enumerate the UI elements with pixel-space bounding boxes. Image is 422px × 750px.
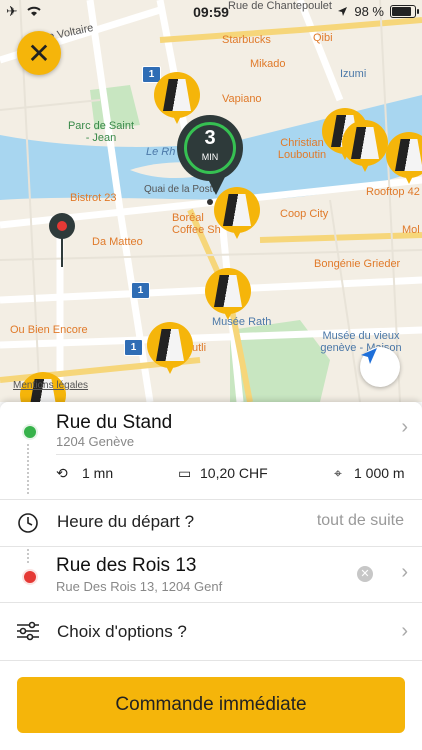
legal-notice-link[interactable]: Mentions légales <box>13 380 88 392</box>
status-bar: ✈ 09:59 98 % <box>0 0 422 22</box>
trip-price: 10,20 CHF <box>200 465 268 481</box>
booking-panel: Rue du Stand 1204 Genève › ⟲ 1 mn ▭ 10,2… <box>0 402 422 750</box>
eta-marker: 3 MIN <box>177 115 243 205</box>
sliders-icon <box>17 621 39 641</box>
map-view[interactable]: Rue de Chantepoulet Rue Voltaire Starbuc… <box>0 0 422 402</box>
departure-label: Heure du départ ? <box>57 512 195 531</box>
map-label-poi: Bistrot 23 <box>70 192 117 204</box>
map-label-poi: Mol <box>402 224 420 236</box>
map-label-poi: Starbucks <box>222 34 271 46</box>
pickup-subtitle: 1204 Genève <box>56 434 135 449</box>
map-label-poi: Qibi <box>313 32 333 44</box>
taxi-marker[interactable] <box>342 120 388 180</box>
taxi-marker[interactable] <box>386 132 422 192</box>
money-icon: ▭ <box>178 465 192 481</box>
map-label-poi: Ou Bien Encore <box>10 324 88 336</box>
eta-unit: MIN <box>201 152 219 162</box>
departure-time-row[interactable]: Heure du départ ? tout de suite <box>0 500 422 546</box>
clock-icon <box>18 513 38 533</box>
location-services-icon <box>338 7 348 16</box>
pickup-title: Rue du Stand <box>56 412 173 433</box>
destination-pin-icon <box>49 213 75 267</box>
taxi-marker[interactable] <box>147 322 193 382</box>
location-arrow-icon <box>361 348 377 364</box>
departure-value: tout de suite <box>316 512 404 529</box>
map-label-poi: Vapiano <box>222 93 262 105</box>
order-now-button[interactable]: Commande immédiate <box>17 677 405 733</box>
clear-destination-button[interactable]: ✕ <box>357 566 373 582</box>
destination-subtitle: Rue Des Rois 13, 1204 Genf <box>56 579 223 594</box>
chevron-right-icon: › <box>401 620 408 642</box>
transit-badge: 1 <box>131 282 150 299</box>
transit-badge: 1 <box>124 339 143 356</box>
clear-icon: ✕ <box>360 568 370 580</box>
map-label-poi: Da Matteo <box>92 236 143 248</box>
taxi-marker[interactable] <box>205 268 251 328</box>
map-label-poi: Mikado <box>250 58 286 70</box>
close-button[interactable]: ✕ <box>17 31 61 75</box>
my-location-button[interactable] <box>360 347 400 387</box>
chevron-right-icon: › <box>401 561 408 583</box>
map-label-poi: Izumi <box>340 68 367 80</box>
eta-value: 3 <box>204 127 216 149</box>
chevron-right-icon: › <box>401 416 408 438</box>
map-label-poi: Coop City <box>280 208 329 220</box>
distance-pin-icon: ⌖ <box>334 465 342 481</box>
map-label-water: Le Rh <box>146 146 176 158</box>
battery-icon <box>390 5 419 18</box>
destination-row[interactable]: Rue des Rois 13 Rue Des Rois 13, 1204 Ge… <box>0 547 422 601</box>
map-label-park: Parc de Saint - Jean <box>67 120 135 144</box>
options-row[interactable]: Choix d'options ? › <box>0 603 422 659</box>
pickup-dot-icon <box>22 424 38 440</box>
destination-dot-icon <box>22 569 38 585</box>
clock-icon: ⟲ <box>56 465 68 481</box>
close-icon: ✕ <box>27 37 51 69</box>
battery-percent: 98 % <box>354 4 384 19</box>
options-label: Choix d'options ? <box>57 622 187 641</box>
trip-duration: 1 mn <box>82 465 114 481</box>
trip-stats: ⟲ 1 mn ▭ 10,20 CHF ⌖ 1 000 m <box>56 461 406 487</box>
map-label-poi: Bongénie Grieder <box>314 258 401 270</box>
pickup-row[interactable]: Rue du Stand 1204 Genève › ⟲ 1 mn ▭ 10,2… <box>0 402 422 502</box>
destination-title: Rue des Rois 13 <box>56 555 197 576</box>
trip-distance: 1 000 m <box>354 465 405 481</box>
map-label-poi: utli <box>192 342 207 354</box>
